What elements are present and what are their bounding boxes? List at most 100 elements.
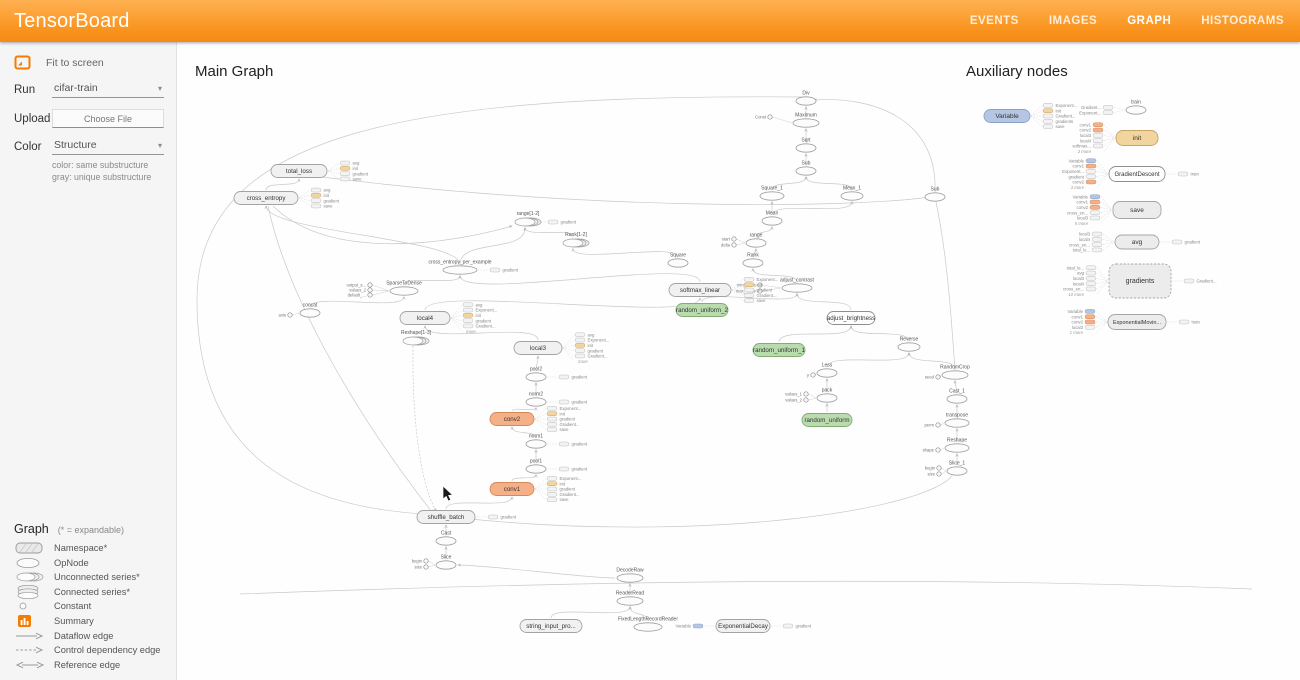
nav-images[interactable]: IMAGES [1049, 15, 1097, 27]
graph-node-c_v2[interactable]: values_2 [785, 398, 816, 403]
graph-node-range12[interactable]: range[1-2]gradient [515, 211, 577, 226]
graph-node-cross_entropy[interactable]: cross_entropyavginitgradientsave [234, 188, 340, 209]
fit-to-screen-button[interactable]: Fit to screen [14, 55, 164, 71]
svg-text:save: save [1130, 207, 1144, 214]
svg-text:random_uniform: random_uniform [804, 417, 849, 424]
graph-canvas-area[interactable]: Main Graph Auxiliary nodes DivMaximumCon… [176, 42, 1300, 680]
graph-node-pack[interactable]: pack [817, 388, 837, 403]
graph-edge [458, 565, 615, 578]
graph-node-adjctr[interactable]: adjust_contrast [780, 278, 815, 293]
graph-node-square1[interactable]: Square_1 [760, 186, 784, 201]
graph-node-norm1[interactable]: norm1gradient [526, 434, 588, 449]
svg-text:1 more: 1 more [1070, 330, 1084, 335]
graph-node-expdecay[interactable]: ExponentialDecayVariablegradient [676, 620, 812, 633]
nav-histograms[interactable]: HISTOGRAMS [1201, 15, 1284, 27]
graph-node-c_delta[interactable]: delta [721, 243, 745, 248]
graph-legend: Graph (* = expandable) Namespace*OpNodeU… [0, 522, 176, 672]
choose-file-button[interactable]: Choose File [52, 109, 164, 128]
graph-node-c_size[interactable]: size [415, 565, 435, 570]
graph-node-ru1[interactable]: random_uniform_1 [753, 344, 806, 357]
graph-node-div[interactable]: Div [796, 91, 816, 106]
svg-text:start: start [722, 237, 731, 242]
legend-item-reference: Reference edge [0, 657, 176, 672]
graph-node-ru0[interactable]: random_uniform [802, 414, 852, 427]
graph-node-cast[interactable]: Cast [436, 531, 456, 546]
graph-node-pool2[interactable]: pool2gradient [526, 367, 588, 382]
graph-edge [827, 353, 909, 368]
graph-node-aux_gradients[interactable]: gradientstotal_lo...avglocal3local4cross… [1063, 264, 1217, 298]
graph-node-c_perm[interactable]: perm [924, 423, 944, 428]
sidebar: Fit to screen Run cifar-train ▾ Upload C… [0, 42, 177, 680]
main-graph-svg[interactable]: Div MaximumConst Sqrt Sub Square_1 Mean_1 Sub M… [176, 42, 1300, 680]
graph-node-reshape[interactable]: Reshape [945, 438, 969, 453]
color-select[interactable]: Structure ▾ [52, 139, 164, 155]
graph-node-aux_expmov[interactable]: ExponentialMovin...Variableconv1conv2loc… [1068, 309, 1201, 335]
graph-node-cepe[interactable]: cross_entropy_per_examplegradient [428, 260, 518, 275]
graph-node-mean1[interactable]: Mean_1 [841, 186, 863, 201]
svg-text:Variable: Variable [1069, 158, 1085, 163]
graph-node-norm2[interactable]: norm2gradient [526, 392, 588, 407]
graph-node-local3[interactable]: local3avgExponent...initgradientGradient… [514, 332, 609, 364]
graph-node-sub[interactable]: Sub [796, 161, 816, 176]
graph-node-range[interactable]: range [746, 233, 766, 248]
graph-node-aux_variable[interactable]: VariableExponent...initGradient...gradie… [984, 103, 1077, 129]
graph-node-softmax_linear[interactable]: softmax_linearExponent...initgradientGra… [669, 277, 778, 303]
graph-node-pool1[interactable]: pool1gradient [526, 459, 588, 474]
graph-node-c_dv[interactable]: default_... [348, 291, 389, 298]
graph-node-conv2[interactable]: conv2Exponent...initgradientGradient...s… [490, 406, 581, 432]
svg-text:conv2: conv2 [1077, 205, 1089, 210]
svg-text:Gradient...: Gradient... [588, 354, 608, 359]
graph-node-stringinput[interactable]: string_input_pro... [520, 620, 582, 633]
graph-node-slice1[interactable]: Slice_1 [947, 461, 967, 476]
graph-node-reshape13[interactable]: Reshape[1-3] [401, 330, 432, 345]
graph-node-aux_avg[interactable]: avglocal3local4cross_en...total_lo...gra… [1069, 232, 1201, 253]
graph-node-fixedlen[interactable]: FixedLengthRecordReader [618, 617, 678, 632]
graph-node-subr[interactable]: Sub [925, 187, 945, 202]
graph-node-concat[interactable]: concat [300, 303, 320, 318]
graph-node-aux_train[interactable]: trainGradient...Exponent... [1079, 100, 1146, 116]
graph-node-total_loss[interactable]: total_lossavginitgradientsave [271, 161, 369, 182]
graph-node-conv1[interactable]: conv1Exponent...initgradientGradient...s… [490, 476, 581, 502]
graph-node-c_max[interactable]: Const [755, 115, 792, 123]
graph-node-transpose[interactable]: transpose [945, 413, 969, 428]
run-label: Run [14, 84, 52, 96]
graph-node-c_axis[interactable]: axis [279, 313, 299, 318]
nav-events[interactable]: EVENTS [970, 15, 1019, 27]
graph-node-slice[interactable]: Slice [436, 555, 456, 570]
svg-text:total_loss: total_loss [286, 168, 312, 175]
graph-node-adjbr[interactable]: adjust_brightness [827, 312, 876, 325]
graph-node-c_y[interactable]: y [807, 373, 816, 378]
graph-node-aux_init[interactable]: initconv1conv2local3local4softmax...3 mo… [1072, 122, 1158, 154]
graph-node-rcrop[interactable]: RandomCrop [940, 365, 970, 380]
graph-edge [797, 294, 851, 310]
graph-node-reverse[interactable]: Reverse [898, 337, 920, 352]
graph-node-c_begin1[interactable]: begin [925, 466, 946, 471]
graph-node-sqrt[interactable]: Sqrt [796, 138, 816, 153]
legend-item-constant: Constant [0, 599, 176, 614]
graph-node-c_size1[interactable]: size [928, 471, 946, 477]
svg-text:ExponentialMovin...: ExponentialMovin... [1113, 320, 1161, 326]
nav-graph[interactable]: GRAPH [1127, 15, 1171, 27]
graph-node-readerread[interactable]: ReaderRead [616, 591, 645, 606]
graph-node-maximum[interactable]: Maximum [793, 113, 819, 128]
fit-to-screen-icon [14, 55, 32, 71]
graph-node-square[interactable]: Square [668, 253, 688, 268]
svg-text:train: train [1191, 172, 1200, 177]
run-select[interactable]: cifar-train ▾ [52, 82, 164, 98]
graph-node-s2d[interactable]: SparseToDense [386, 281, 422, 296]
svg-text:adjust_contrast: adjust_contrast [780, 278, 815, 284]
dataflow-glyph-icon [14, 629, 54, 643]
graph-node-decoderaw[interactable]: DecodeRaw [616, 568, 644, 583]
graph-node-rank[interactable]: Rank [743, 253, 763, 268]
graph-node-mean[interactable]: Mean [762, 211, 782, 226]
graph-node-aux_save[interactable]: saveVariableconv1conv2cross_en...local35… [1067, 194, 1161, 226]
svg-text:gradient: gradient [560, 417, 576, 422]
graph-node-c_shape[interactable]: shape [923, 448, 944, 453]
graph-node-less[interactable]: Less [817, 363, 837, 378]
graph-node-ru2[interactable]: random_uniform_2 [676, 304, 729, 317]
graph-node-c_seed[interactable]: seed [925, 375, 941, 380]
graph-node-rank12[interactable]: Rank[1-2] [563, 232, 589, 247]
graph-node-aux_gdesc[interactable]: GradientDescentVariableconv1Exponent...g… [1062, 158, 1199, 190]
svg-text:local4: local4 [1080, 138, 1092, 143]
graph-node-cast1[interactable]: Cast_1 [947, 389, 967, 404]
